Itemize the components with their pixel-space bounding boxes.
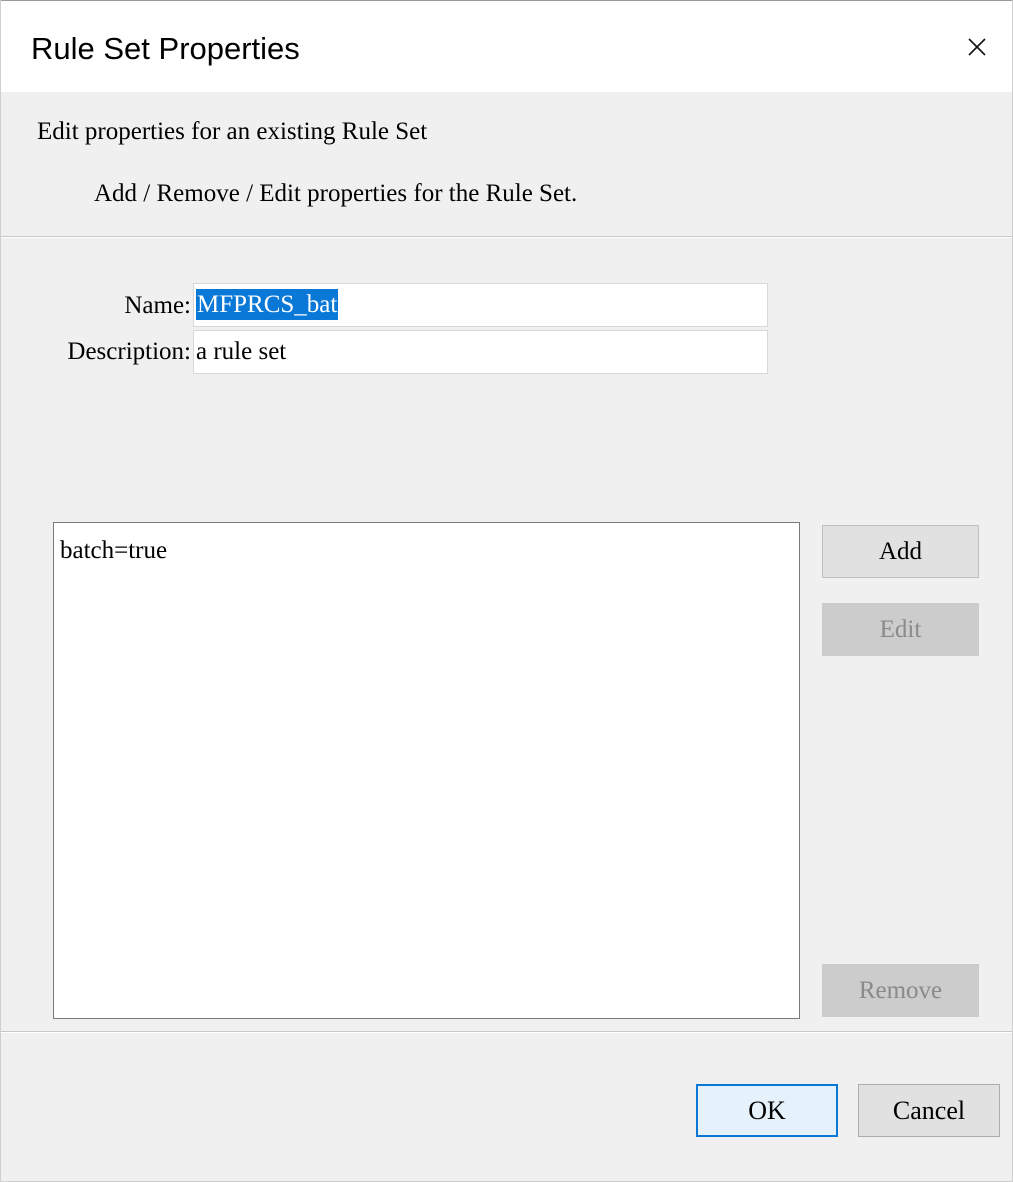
list-item[interactable]: batch=true <box>60 537 167 565</box>
name-field-value: MFPRCS_bat <box>196 289 339 320</box>
rule-set-properties-dialog: Rule Set Properties Edit properties for … <box>0 0 1013 1182</box>
name-label: Name: <box>124 292 191 319</box>
properties-list[interactable]: batch=true <box>53 522 800 1019</box>
close-icon <box>967 37 987 57</box>
header-band: Edit properties for an existing Rule Set… <box>1 92 1012 237</box>
name-field[interactable]: MFPRCS_bat <box>193 283 768 327</box>
close-button[interactable] <box>942 1 1012 93</box>
window-title: Rule Set Properties <box>31 31 300 66</box>
add-button[interactable]: Add <box>822 525 979 578</box>
header-subtitle: Add / Remove / Edit properties for the R… <box>94 180 578 207</box>
header-title: Edit properties for an existing Rule Set <box>37 118 428 145</box>
header-divider <box>1 237 1012 238</box>
description-label: Description: <box>67 338 191 365</box>
remove-button[interactable]: Remove <box>822 964 979 1017</box>
ok-button[interactable]: OK <box>696 1084 838 1137</box>
cancel-button[interactable]: Cancel <box>858 1084 1000 1137</box>
footer-divider-highlight <box>1 1032 1012 1033</box>
edit-button[interactable]: Edit <box>822 603 979 656</box>
title-bar: Rule Set Properties <box>1 0 1012 93</box>
description-field[interactable]: a rule set <box>193 330 768 374</box>
